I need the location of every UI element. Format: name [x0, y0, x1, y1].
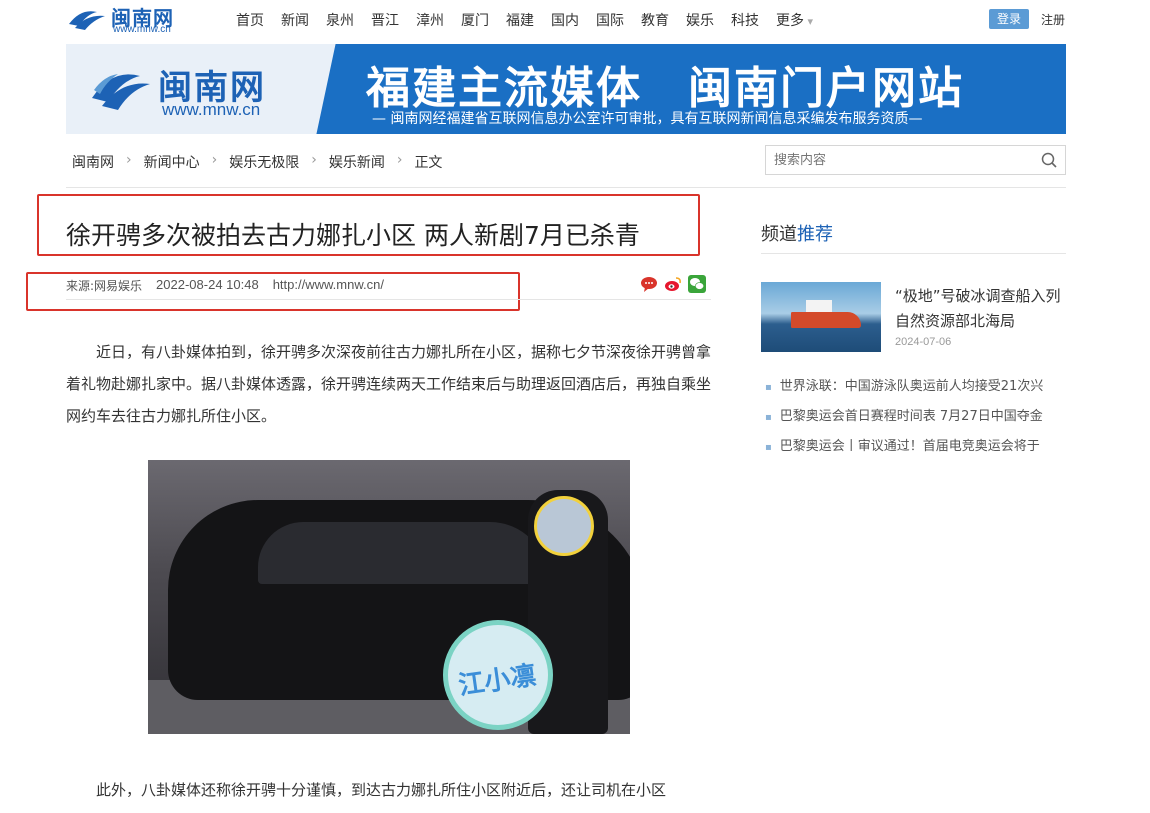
chevron-right-icon: › — [311, 152, 317, 168]
search-icon[interactable] — [1041, 152, 1057, 168]
divider — [761, 253, 1066, 254]
banner-logo: 闽南网 www.mnw.cn — [66, 44, 314, 134]
search-box — [765, 145, 1066, 175]
chevron-right-icon: › — [126, 152, 132, 168]
sidebar-list: 世界泳联：中国游泳队奥运前人均接受21次兴 巴黎奥运会首日赛程时间表 7月27日… — [765, 372, 1065, 462]
article-photo: 江小凛 — [148, 460, 630, 734]
divider — [66, 299, 711, 300]
nav-item-xiamen[interactable]: 厦门 — [461, 10, 489, 30]
nav-item-fujian[interactable]: 福建 — [506, 10, 534, 30]
weibo-icon[interactable] — [664, 275, 682, 293]
banner-title: 福建主流媒体 闽南门户网站 — [366, 63, 964, 114]
breadcrumb-item-entertainment[interactable]: 娱乐无极限 — [229, 152, 299, 172]
nav-item-entertainment[interactable]: 娱乐 — [686, 10, 714, 30]
logo-url: www.mnw.cn — [113, 24, 171, 35]
banner-logo-url: www.mnw.cn — [162, 100, 261, 119]
chevron-right-icon: › — [396, 152, 403, 168]
login-button[interactable]: 登录 — [989, 9, 1029, 29]
nav-item-education[interactable]: 教育 — [641, 10, 669, 30]
main-nav: 首页 新闻 泉州 晋江 漳州 厦门 福建 国内 国际 教育 娱乐 科技 更多 — [236, 10, 830, 30]
nav-item-news[interactable]: 新闻 — [281, 10, 309, 30]
avatar — [534, 496, 594, 556]
nav-item-tech[interactable]: 科技 — [731, 10, 759, 30]
top-bar: 闽南网 www.mnw.cn 首页 新闻 泉州 晋江 漳州 厦门 福建 国内 国… — [0, 0, 1150, 40]
article-meta: 来源:网易娱乐 2022-08-24 10:48 http://www.mnw.… — [66, 277, 398, 294]
list-item[interactable]: 巴黎奥运会首日赛程时间表 7月27日中国夺金 — [765, 402, 1065, 432]
banner: 闽南网 www.mnw.cn 福建主流媒体 闽南门户网站 — 闽南网经福建省互联… — [66, 44, 1066, 134]
register-link[interactable]: 注册 — [1041, 11, 1065, 28]
sidebar-heading: 频道推荐 — [761, 224, 833, 245]
nav-item-home[interactable]: 首页 — [236, 10, 264, 30]
breadcrumb-item-current: 正文 — [414, 155, 443, 171]
wechat-icon[interactable] — [688, 275, 706, 293]
featured-title[interactable]: “极地”号破冰调查船入列自然资源部北海局 — [895, 284, 1065, 334]
list-item[interactable]: 巴黎奥运会丨审议通过！首届电竞奥运会将于 — [765, 432, 1065, 462]
nav-item-quanzhou[interactable]: 泉州 — [326, 10, 354, 30]
banner-subtitle: — 闽南网经福建省互联网信息办公室许可审批，具有互联网新闻信息采编发布服务资质— — [372, 111, 923, 127]
featured-date: 2024-07-06 — [895, 336, 952, 348]
list-item[interactable]: 世界泳联：中国游泳队奥运前人均接受21次兴 — [765, 372, 1065, 402]
chevron-right-icon: › — [211, 152, 218, 168]
article-title: 徐开骋多次被拍去古力娜扎小区 两人新剧7月已杀青 — [66, 221, 640, 250]
nav-item-zhangzhou[interactable]: 漳州 — [416, 10, 444, 30]
breadcrumb-item-home[interactable]: 闽南网 — [72, 152, 114, 172]
breadcrumb-item-news-center[interactable]: 新闻中心 — [144, 152, 200, 172]
article-date: 2022-08-24 10:48 — [156, 277, 259, 292]
breadcrumb: 闽南网 › 新闻中心 › 娱乐无极限 › 娱乐新闻 › 正文 — [72, 152, 442, 172]
article-source: 来源:网易娱乐 — [66, 279, 143, 293]
share-bar — [640, 275, 712, 293]
search-input[interactable] — [774, 151, 1034, 169]
logo-mark-icon — [92, 74, 150, 110]
nav-item-domestic[interactable]: 国内 — [551, 10, 579, 30]
breadcrumb-item-ent-news[interactable]: 娱乐新闻 — [329, 152, 385, 172]
site-logo[interactable]: 闽南网 www.mnw.cn — [67, 2, 187, 36]
article-url[interactable]: http://www.mnw.cn/ — [273, 277, 384, 294]
nav-item-more[interactable]: 更多 — [776, 10, 813, 30]
comment-icon[interactable] — [640, 275, 658, 293]
article-paragraph: 近日，有八卦媒体拍到，徐开骋多次深夜前往古力娜扎所在小区，据称七夕节深夜徐开骋曾… — [66, 343, 712, 425]
nav-item-jinjiang[interactable]: 晋江 — [371, 10, 399, 30]
article-paragraph: 此外，八卦媒体还称徐开骋十分谨慎，到达古力娜扎所住小区附近后，还让司机在小区 — [96, 781, 667, 799]
logo-mark-icon — [69, 11, 105, 30]
featured-thumbnail[interactable] — [761, 282, 881, 352]
nav-item-international[interactable]: 国际 — [596, 10, 624, 30]
divider — [66, 187, 1066, 188]
